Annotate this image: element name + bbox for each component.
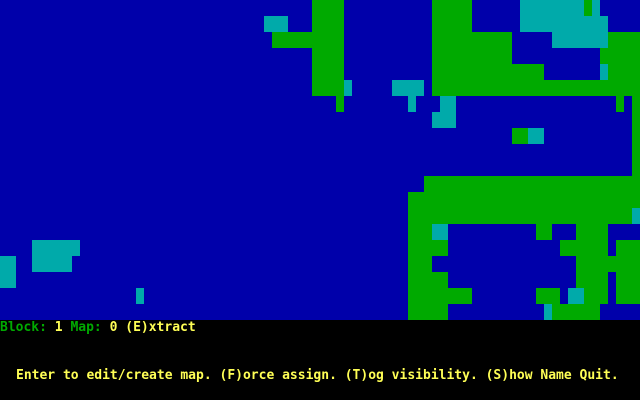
status-bar: Block: 1 Map: 0 (E)xtract [0, 320, 640, 336]
map-label: Map: [70, 320, 102, 335]
block-value: 1 [54, 320, 63, 335]
map-view[interactable] [0, 0, 640, 320]
command-prompt: Enter to edit/create map. (F)orce assign… [16, 368, 619, 383]
map-value: 0 [109, 320, 118, 335]
extract-command[interactable]: (E)xtract [125, 320, 195, 335]
map-tiles[interactable] [0, 0, 640, 320]
block-label: Block: [0, 320, 47, 335]
